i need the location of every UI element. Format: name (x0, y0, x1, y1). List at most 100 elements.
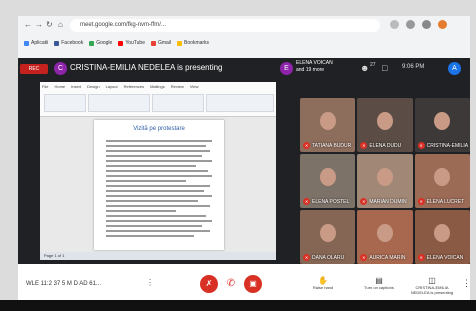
active-speaker: ELENA VOICAN and 19 more (296, 60, 333, 74)
participants-grid: ✕ TATIANA BUDUR ✕ ELENA DUDU ✕ CRISTINA-EMILI… (300, 98, 470, 264)
meet-header: REC C CRISTINA-EMILIA NEDELEA is present… (18, 58, 470, 80)
participant-video (319, 168, 336, 186)
mic-muted-icon: ✕ (303, 198, 310, 205)
participant-video (319, 224, 336, 242)
participant-name: CRISTINA-EMILIA (426, 143, 469, 149)
presenting-button[interactable]: ◫ CRISTINA-EMILIA NEDELEA is presenting (406, 276, 458, 295)
recording-badge: REC (20, 64, 48, 74)
bookmark-icon (54, 40, 60, 46)
profile-icon[interactable] (438, 20, 447, 29)
end-call-icon[interactable]: ✆ (222, 275, 240, 293)
bookmarks-bar: Aplicatii Facebook Google YouTube Gmail Bookm… (18, 36, 470, 50)
more-icon[interactable]: ⋮ (146, 278, 154, 287)
bookmark-item[interactable]: Google (89, 40, 112, 46)
star-icon[interactable] (390, 20, 399, 29)
extension-icon[interactable] (406, 20, 415, 29)
participant-video (376, 224, 393, 242)
more-options-icon[interactable]: ⋮ (462, 278, 470, 289)
raise-hand-button[interactable]: ✋ Raise hand (300, 276, 346, 290)
participant-tile[interactable]: ✕ ELENA POSTEL (300, 154, 356, 208)
participant-tile[interactable]: ✕ AURICA MARIN (357, 210, 413, 264)
text-line (106, 150, 210, 152)
back-icon[interactable]: ← (24, 20, 32, 29)
presenter-avatar: C (54, 62, 67, 75)
bookmark-label: Bookmarks (184, 40, 210, 46)
participant-video (319, 112, 336, 130)
ribbon-tab[interactable]: Mailings (150, 84, 165, 89)
speaker-name: ELENA VOICAN (296, 60, 333, 66)
ribbon-tab[interactable]: View (190, 84, 199, 89)
participant-name: ELENA VOICAN (426, 255, 464, 261)
ribbon-tab[interactable]: Review (171, 84, 184, 89)
ribbon-tab[interactable]: Design (87, 84, 99, 89)
word-status-bar: Page 1 of 1 (40, 252, 276, 260)
mic-muted-icon: ✕ (417, 254, 425, 261)
participant-tile[interactable]: ✕ ELENA VOICAN (414, 210, 470, 264)
bookmark-item[interactable]: Facebook (54, 40, 83, 46)
meet-window: ← → ↻ ⌂ meet.google.com/fkg-nvm-ffm/... … (18, 16, 470, 304)
text-line (106, 225, 202, 227)
captions-button[interactable]: ▤ Turn on captions (356, 276, 402, 290)
participant-tile[interactable]: ✕ ELENA LUCRET (414, 154, 470, 208)
participant-tile[interactable]: ✕ DANA OLARU (300, 210, 356, 264)
text-line (106, 215, 206, 217)
text-line (106, 170, 208, 172)
menu-icon[interactable] (422, 20, 431, 29)
participant-video (434, 168, 451, 186)
participant-tile[interactable]: ✕ CRISTINA-EMILIA (414, 98, 470, 152)
captions-icon: ▤ (375, 276, 383, 285)
mic-muted-icon: ✕ (417, 198, 425, 205)
participant-tile[interactable]: ✕ TATIANA BUDUR (300, 98, 356, 152)
document-title: Vizită pe protestare (133, 126, 185, 132)
bookmark-label: Aplicatii (31, 40, 49, 46)
participant-name: ELENA DUDU (369, 143, 402, 149)
participant-video (376, 112, 393, 130)
hand-icon: ✋ (318, 276, 328, 285)
user-avatar[interactable]: A (448, 62, 461, 75)
camera-off-icon[interactable]: ▣ (244, 275, 262, 293)
bookmark-icon (24, 40, 29, 46)
browser-chrome: ← → ↻ ⌂ meet.google.com/fkg-nvm-ffm/... … (18, 16, 470, 58)
meet-controls: WLE 11:2 37 5 M D AD 61... ⋮ ✗ ✆ ▣ ✋ Rai… (18, 264, 470, 304)
mic-muted-icon: ✕ (303, 254, 310, 261)
ribbon-tab[interactable]: References (124, 84, 144, 89)
mic-muted-icon: ✕ (360, 142, 368, 149)
reload-icon[interactable]: ↻ (46, 20, 53, 29)
text-line (106, 195, 212, 197)
participant-name: ELENA LUCRET (426, 199, 465, 205)
ribbon-tabs: File Home Insert Design Layout References Mail… (42, 84, 198, 89)
bookmark-item[interactable]: YouTube (118, 40, 145, 46)
meeting-code: WLE 11:2 37 5 M D AD 61... (26, 281, 101, 287)
text-line (106, 160, 212, 162)
ribbon-tab[interactable]: File (42, 84, 48, 89)
text-line (106, 180, 186, 182)
address-bar[interactable]: meet.google.com/fkg-nvm-ffm/... (70, 19, 380, 32)
present-icon: ◫ (428, 276, 436, 285)
participant-tile[interactable]: ✕ ELENA DUDU (357, 98, 413, 152)
people-icon[interactable]: ☻ (360, 63, 369, 73)
text-line (106, 165, 196, 167)
ribbon-tab[interactable]: Layout (106, 84, 118, 89)
mic-muted-icon: ✕ (303, 142, 310, 149)
text-line (106, 155, 202, 157)
text-line (106, 190, 204, 192)
participant-video (434, 112, 451, 130)
bookmark-icon (150, 40, 156, 46)
bookmark-item[interactable]: Bookmarks (177, 40, 209, 46)
chat-icon[interactable]: □ (382, 63, 387, 73)
text-line (106, 175, 212, 177)
mic-off-icon[interactable]: ✗ (200, 275, 218, 293)
page-status: Page 1 of 1 (44, 253, 65, 258)
ribbon-tab[interactable]: Home (54, 84, 65, 89)
participant-tile[interactable]: ✕ MARIAN DUMIN (357, 154, 413, 208)
participant-video (434, 224, 451, 242)
bookmark-item[interactable]: Gmail (150, 40, 171, 46)
home-icon[interactable]: ⌂ (58, 20, 63, 29)
ribbon-tab[interactable]: Insert (71, 84, 81, 89)
bookmark-icon (89, 40, 95, 46)
participants-count: 27 (370, 62, 376, 68)
bookmark-item[interactable]: Aplicatii (24, 40, 48, 46)
text-line (106, 140, 212, 142)
bookmark-label: Google (96, 40, 113, 46)
forward-icon[interactable]: → (35, 20, 43, 29)
